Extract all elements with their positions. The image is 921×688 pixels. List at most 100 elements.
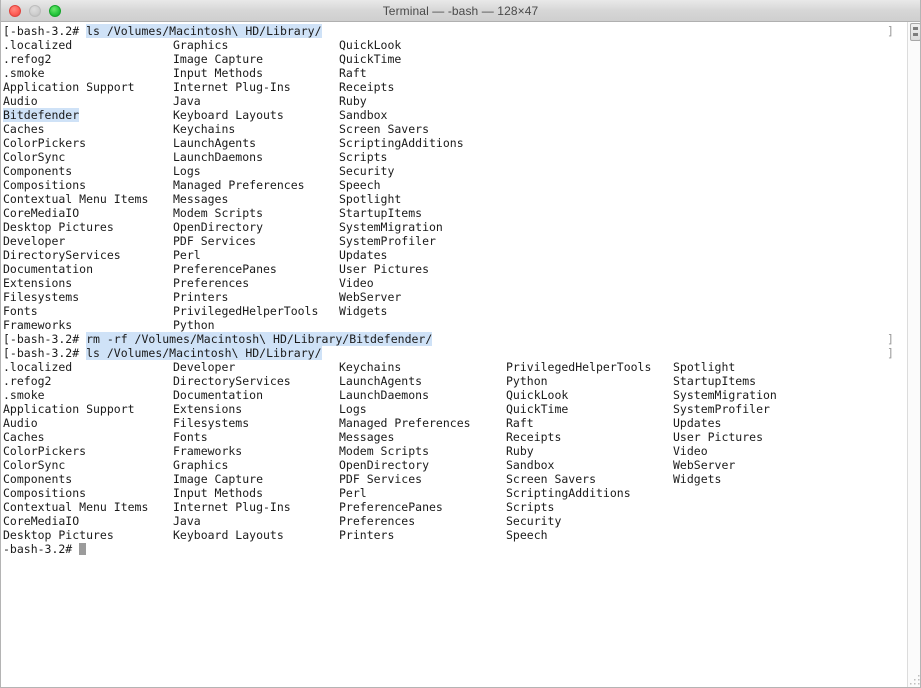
listing-entry: DirectoryServices: [3, 248, 121, 262]
listing-entry: SystemProfiler: [339, 234, 436, 248]
resize-grip-icon[interactable]: [909, 674, 921, 686]
listing-entry: Messages: [173, 192, 228, 206]
close-button-icon[interactable]: [9, 5, 21, 17]
listing-entry: LaunchDaemons: [339, 388, 429, 402]
listing-entry: Spotlight: [673, 360, 735, 374]
command-line-rm[interactable]: [-bash-3.2# rm -rf /Volumes/Macintosh\ H…: [3, 332, 894, 346]
listing-entry: OpenDirectory: [173, 220, 263, 234]
listing-entry: CoreMediaIO: [3, 206, 79, 220]
shell-command[interactable]: ls /Volumes/Macintosh\ HD/Library/: [86, 346, 321, 360]
listing-row: .localizedGraphicsQuickLook: [3, 38, 894, 52]
listing-entry: Screen Savers: [339, 122, 429, 136]
listing-entry: Documentation: [3, 262, 93, 276]
listing-row: CompositionsManaged PreferencesSpeech: [3, 178, 894, 192]
listing-entry: User Pictures: [673, 430, 763, 444]
minimize-button-icon[interactable]: [29, 5, 41, 17]
listing-row: .smokeInput MethodsRaft: [3, 66, 894, 80]
listing-entry: Java: [173, 94, 201, 108]
listing-row: AudioFilesystemsManaged PreferencesRaftU…: [3, 416, 894, 430]
listing-row: AudioJavaRuby: [3, 94, 894, 108]
listing-entry: PrivilegedHelperTools: [506, 360, 651, 374]
listing-row: Desktop PicturesOpenDirectorySystemMigra…: [3, 220, 894, 234]
listing-entry: Preferences: [339, 514, 415, 528]
shell-prompt: -bash-3.2#: [3, 542, 79, 556]
listing-entry: Input Methods: [173, 486, 263, 500]
listing-row: ColorSyncLaunchDaemonsScripts: [3, 150, 894, 164]
shell-prompt: [-bash-3.2#: [3, 24, 86, 38]
listing-entry: SystemMigration: [673, 388, 777, 402]
listing-row: .refog2Image CaptureQuickTime: [3, 52, 894, 66]
listing-entry: Image Capture: [173, 472, 263, 486]
listing-entry: QuickLook: [339, 38, 401, 52]
listing-entry: Sandbox: [506, 458, 554, 472]
listing-entry: Modem Scripts: [173, 206, 263, 220]
listing-entry: StartupItems: [673, 374, 756, 388]
command-line-ls-1[interactable]: [-bash-3.2# ls /Volumes/Macintosh\ HD/Li…: [3, 24, 894, 38]
listing-row: DirectoryServicesPerlUpdates: [3, 248, 894, 262]
listing-entry: Messages: [339, 430, 394, 444]
vertical-scrollbar[interactable]: [907, 22, 921, 687]
listing-row: .smokeDocumentationLaunchDaemonsQuickLoo…: [3, 388, 894, 402]
scrollbar-thumb[interactable]: [910, 23, 921, 41]
listing-entry: Raft: [506, 416, 534, 430]
listing-entry: LaunchAgents: [339, 374, 422, 388]
listing-entry: Managed Preferences: [339, 416, 471, 430]
listing-entry: Filesystems: [173, 416, 249, 430]
command-line-ls-2[interactable]: [-bash-3.2# ls /Volumes/Macintosh\ HD/Li…: [3, 346, 894, 360]
listing-entry: ScriptingAdditions: [339, 136, 464, 150]
listing-entry: Receipts: [339, 80, 394, 94]
listing-row: FilesystemsPrintersWebServer: [3, 290, 894, 304]
line-wrap-marker: ]: [887, 346, 894, 360]
terminal-body[interactable]: [-bash-3.2# ls /Volumes/Macintosh\ HD/Li…: [1, 22, 921, 687]
window-title: Terminal — -bash — 128×47: [1, 4, 920, 18]
listing-entry: Speech: [339, 178, 381, 192]
listing-entry: .refog2: [3, 374, 51, 388]
listing-entry: Video: [673, 444, 708, 458]
listing-entry: WebServer: [339, 290, 401, 304]
listing-entry: PDF Services: [173, 234, 256, 248]
listing-entry: Input Methods: [173, 66, 263, 80]
listing-entry: LaunchDaemons: [173, 150, 263, 164]
listing-entry: Contextual Menu Items: [3, 500, 148, 514]
listing-row: Application SupportExtensionsLogsQuickTi…: [3, 402, 894, 416]
listing-entry: Extensions: [173, 402, 242, 416]
listing-row: ColorPickersLaunchAgentsScriptingAdditio…: [3, 136, 894, 150]
listing-row: Desktop PicturesKeyboard LayoutsPrinters…: [3, 528, 894, 542]
listing-entry: Internet Plug-Ins: [173, 80, 291, 94]
terminal-window: Terminal — -bash — 128×47 [-bash-3.2# ls…: [0, 0, 921, 688]
listing-entry: SystemProfiler: [673, 402, 770, 416]
listing-entry: Image Capture: [173, 52, 263, 66]
listing-entry: Sandbox: [339, 108, 387, 122]
listing-row: Application SupportInternet Plug-InsRece…: [3, 80, 894, 94]
listing-entry: Bitdefender: [3, 108, 79, 122]
listing-row: ComponentsLogsSecurity: [3, 164, 894, 178]
shell-prompt: [-bash-3.2#: [3, 332, 86, 346]
listing-entry: QuickLook: [506, 388, 568, 402]
shell-command[interactable]: rm -rf /Volumes/Macintosh\ HD/Library/Bi…: [86, 332, 432, 346]
listing-entry: Caches: [3, 122, 45, 136]
listing-entry: Widgets: [673, 472, 721, 486]
listing-entry: Fonts: [173, 430, 208, 444]
listing-entry: Keyboard Layouts: [173, 108, 284, 122]
zoom-button-icon[interactable]: [49, 5, 61, 17]
listing-row: ColorPickersFrameworksModem ScriptsRubyV…: [3, 444, 894, 458]
terminal-screen[interactable]: [-bash-3.2# ls /Volumes/Macintosh\ HD/Li…: [1, 22, 894, 687]
listing-entry: Compositions: [3, 178, 86, 192]
listing-entry: Updates: [673, 416, 721, 430]
listing-row: Contextual Menu ItemsMessagesSpotlight: [3, 192, 894, 206]
title-bar[interactable]: Terminal — -bash — 128×47: [1, 0, 920, 22]
shell-command[interactable]: ls /Volumes/Macintosh\ HD/Library/: [86, 24, 321, 38]
listing-entry: Compositions: [3, 486, 86, 500]
listing-entry: Internet Plug-Ins: [173, 500, 291, 514]
line-wrap-marker: ]: [887, 24, 894, 38]
listing-entry: Python: [173, 318, 215, 332]
listing-entry: Updates: [339, 248, 387, 262]
listing-entry: ColorPickers: [3, 444, 86, 458]
listing-entry: CoreMediaIO: [3, 514, 79, 528]
listing-entry: .smoke: [3, 66, 45, 80]
listing-entry: SystemMigration: [339, 220, 443, 234]
listing-row: .localizedDeveloperKeychainsPrivilegedHe…: [3, 360, 894, 374]
command-line-active[interactable]: -bash-3.2#: [3, 542, 894, 556]
listing-entry: DirectoryServices: [173, 374, 291, 388]
listing-row: DocumentationPreferencePanesUser Picture…: [3, 262, 894, 276]
